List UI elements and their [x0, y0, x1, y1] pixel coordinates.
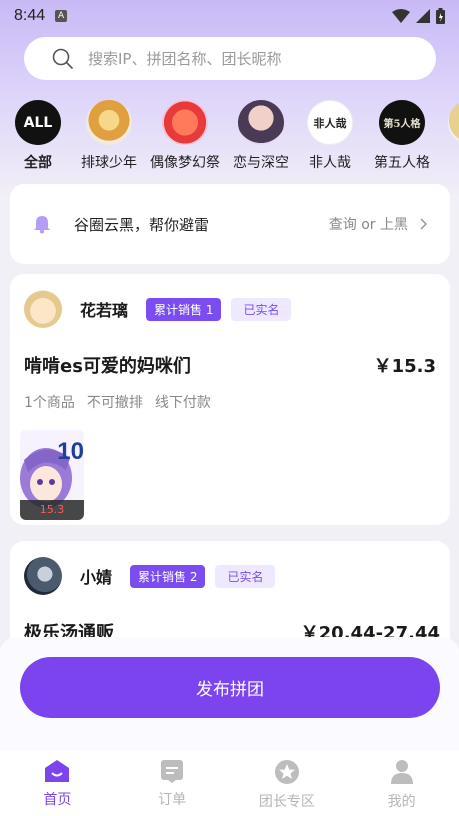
wifi-icon: [392, 9, 410, 23]
card-tags: 1个商品 不可撤排 线下付款: [24, 392, 436, 412]
category-label: 恋与深空: [233, 155, 289, 171]
status-bar: 8:44 A: [0, 0, 459, 32]
status-icons: [392, 8, 445, 24]
notice-text: 谷圈云黑，帮你避雷: [74, 215, 210, 234]
category-feirenzai[interactable]: 非人哉 非人哉: [294, 100, 366, 172]
card-price: ￥15.3: [373, 356, 436, 377]
signal-icon: [416, 9, 430, 23]
card-title: 啃啃es可爱的妈咪们: [24, 356, 191, 377]
tag-no-withdraw: 不可撤排: [86, 395, 143, 411]
user-icon: [390, 760, 413, 784]
status-time: 8:44: [14, 7, 46, 24]
star-icon: [274, 760, 299, 784]
tab-label: 订单: [158, 792, 187, 808]
organizer-name[interactable]: 小婧: [80, 564, 112, 588]
category-avatar-love-and-deepspace: [238, 100, 284, 145]
card-header: 小婧 累计销售 2 已实名: [24, 557, 440, 595]
bell-icon: [34, 216, 50, 234]
category-avatar-genshin: [448, 100, 459, 145]
tab-orders[interactable]: 订单: [115, 751, 230, 816]
category-ensemble-stars[interactable]: 偶像梦幻祭: [142, 100, 228, 172]
category-avatar-ensemble-stars: [162, 100, 208, 145]
category-avatar-haikyuu: [86, 100, 132, 145]
sales-badge: 累计销售 1: [146, 297, 222, 321]
category-label: 第五人格: [374, 155, 430, 171]
category-genshin[interactable]: 原: [438, 100, 459, 172]
avatar[interactable]: [24, 557, 62, 595]
tab-label: 我的: [387, 794, 416, 810]
notice-link-label: 查询 or 上黑: [328, 217, 408, 233]
category-all[interactable]: ALL 全部: [0, 100, 76, 172]
blacklist-notice[interactable]: 谷圈云黑，帮你避雷 查询 or 上黑: [10, 184, 450, 264]
category-label: 非人哉: [309, 155, 351, 171]
category-label: 偶像梦幻祭: [150, 155, 220, 171]
publish-area: 发布拼团: [0, 637, 459, 751]
bottom-tab-bar: 首页 订单 团长专区 我的: [0, 751, 459, 816]
order-icon: [161, 760, 184, 783]
search-bar[interactable]: [24, 37, 436, 80]
card-header: 花若璃 累计销售 1 已实名: [24, 290, 436, 328]
publish-group-buy-button[interactable]: 发布拼团: [20, 657, 440, 718]
sales-badge: 累计销售 2: [130, 564, 206, 588]
tab-home[interactable]: 首页: [0, 751, 115, 816]
verified-badge: 已实名: [215, 564, 276, 588]
thumbnail-price: 15.3: [20, 500, 84, 520]
product-thumbnail-number: 10: [57, 438, 84, 465]
organizer-name[interactable]: 花若璃: [80, 297, 128, 321]
blacklist-query-link[interactable]: 查询 or 上黑: [329, 214, 428, 234]
search-icon: [52, 48, 74, 69]
category-love-and-deepspace[interactable]: 恋与深空: [228, 100, 294, 172]
category-label: 全部: [24, 155, 52, 171]
home-icon: [45, 760, 70, 782]
tab-profile[interactable]: 我的: [344, 751, 459, 816]
avatar[interactable]: [24, 290, 62, 328]
category-avatar-identity-v: 第5人格: [379, 100, 425, 145]
verified-badge: 已实名: [231, 297, 292, 321]
search-input[interactable]: [88, 49, 408, 68]
notification-icon: A: [55, 10, 68, 22]
tab-label: 首页: [43, 792, 72, 808]
category-avatar-all: ALL: [15, 100, 61, 145]
group-buy-card[interactable]: 花若璃 累计销售 1 已实名 啃啃es可爱的妈咪们 ￥15.3 1个商品 不可撤…: [10, 274, 450, 525]
card-title-row: 啃啃es可爱的妈咪们 ￥15.3: [24, 352, 436, 378]
category-avatar-feirenzai: 非人哉: [307, 100, 353, 145]
tab-label: 团长专区: [258, 794, 315, 810]
tab-organizer-zone[interactable]: 团长专区: [230, 751, 345, 816]
group-buy-card[interactable]: 小婧 累计销售 2 已实名 极乐汤通贩 ￥20.44-27.44: [10, 541, 450, 651]
tag-offline-payment: 线下付款: [154, 395, 211, 411]
product-thumbnail[interactable]: 10 15.3: [20, 430, 84, 520]
chevron-right-icon: [420, 218, 428, 230]
category-label: 排球少年: [81, 155, 137, 171]
battery-icon: [436, 8, 445, 24]
tag-item-count: 1个商品: [24, 395, 75, 411]
category-bar: ALL 全部 排球少年 偶像梦幻祭 恋与深空 非人哉 非人哉 第5人格 第五人格…: [0, 100, 459, 172]
category-identity-v[interactable]: 第5人格 第五人格: [366, 100, 438, 172]
category-haikyuu[interactable]: 排球少年: [76, 100, 142, 172]
